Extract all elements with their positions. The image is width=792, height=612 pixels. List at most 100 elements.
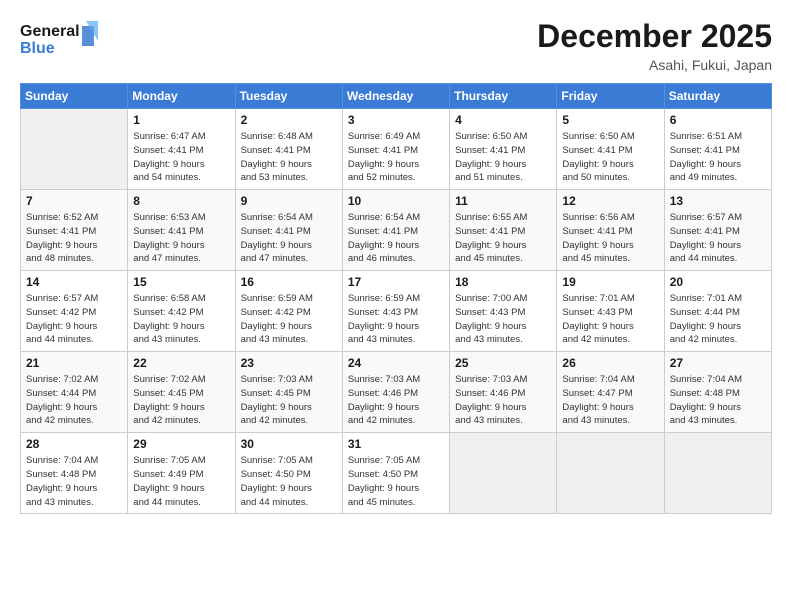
week-row-4: 21 Sunrise: 7:02 AM Sunset: 4:44 PM Dayli…	[21, 352, 772, 433]
calendar-cell: 14 Sunrise: 6:57 AM Sunset: 4:42 PM Dayli…	[21, 271, 128, 352]
day-number: 9	[241, 194, 337, 208]
calendar-cell: 30 Sunrise: 7:05 AM Sunset: 4:50 PM Dayli…	[235, 433, 342, 514]
day-number: 1	[133, 113, 229, 127]
day-info: Sunrise: 6:54 AM Sunset: 4:41 PM Dayligh…	[241, 211, 337, 266]
col-thursday: Thursday	[450, 84, 557, 109]
calendar-cell: 27Sunrise: 7:04 AM Sunset: 4:48 PM Dayli…	[664, 352, 771, 433]
logo: General Blue	[20, 18, 100, 65]
day-info: Sunrise: 6:53 AM Sunset: 4:41 PM Dayligh…	[133, 211, 229, 266]
day-info: Sunrise: 7:00 AM Sunset: 4:43 PM Dayligh…	[455, 292, 551, 347]
col-sunday: Sunday	[21, 84, 128, 109]
day-info: Sunrise: 6:57 AM Sunset: 4:42 PM Dayligh…	[26, 292, 122, 347]
day-info: Sunrise: 6:56 AM Sunset: 4:41 PM Dayligh…	[562, 211, 658, 266]
header: General Blue December 2025 Asahi, Fukui,…	[20, 18, 772, 73]
day-info: Sunrise: 7:04 AM Sunset: 4:48 PM Dayligh…	[670, 373, 766, 428]
month-title: December 2025	[537, 18, 772, 55]
day-info: Sunrise: 6:51 AM Sunset: 4:41 PM Dayligh…	[670, 130, 766, 185]
day-info: Sunrise: 7:04 AM Sunset: 4:47 PM Dayligh…	[562, 373, 658, 428]
calendar-cell: 9 Sunrise: 6:54 AM Sunset: 4:41 PM Daylig…	[235, 190, 342, 271]
calendar-cell: 7 Sunrise: 6:52 AM Sunset: 4:41 PM Daylig…	[21, 190, 128, 271]
calendar-cell	[450, 433, 557, 514]
calendar-cell: 8Sunrise: 6:53 AM Sunset: 4:41 PM Daylig…	[128, 190, 235, 271]
day-number: 3	[348, 113, 444, 127]
day-number: 29	[133, 437, 229, 451]
day-number: 20	[670, 275, 766, 289]
day-info: Sunrise: 7:02 AM Sunset: 4:44 PM Dayligh…	[26, 373, 122, 428]
day-number: 24	[348, 356, 444, 370]
day-info: Sunrise: 7:03 AM Sunset: 4:45 PM Dayligh…	[241, 373, 337, 428]
col-saturday: Saturday	[664, 84, 771, 109]
calendar-cell: 16 Sunrise: 6:59 AM Sunset: 4:42 PM Dayli…	[235, 271, 342, 352]
week-row-1: 1 Sunrise: 6:47 AM Sunset: 4:41 PM Daylig…	[21, 109, 772, 190]
calendar-cell	[21, 109, 128, 190]
day-number: 7	[26, 194, 122, 208]
calendar-cell: 29 Sunrise: 7:05 AM Sunset: 4:49 PM Dayli…	[128, 433, 235, 514]
day-info: Sunrise: 6:57 AM Sunset: 4:41 PM Dayligh…	[670, 211, 766, 266]
day-info: Sunrise: 7:02 AM Sunset: 4:45 PM Dayligh…	[133, 373, 229, 428]
day-info: Sunrise: 7:01 AM Sunset: 4:44 PM Dayligh…	[670, 292, 766, 347]
calendar-cell: 19 Sunrise: 7:01 AM Sunset: 4:43 PM Dayli…	[557, 271, 664, 352]
day-info: Sunrise: 6:54 AM Sunset: 4:41 PM Dayligh…	[348, 211, 444, 266]
day-info: Sunrise: 6:52 AM Sunset: 4:41 PM Dayligh…	[26, 211, 122, 266]
logo-icon: General Blue	[20, 18, 100, 60]
day-number: 10	[348, 194, 444, 208]
calendar-cell: 31Sunrise: 7:05 AM Sunset: 4:50 PM Dayli…	[342, 433, 449, 514]
day-info: Sunrise: 7:05 AM Sunset: 4:50 PM Dayligh…	[241, 454, 337, 509]
calendar-cell: 18 Sunrise: 7:00 AM Sunset: 4:43 PM Dayli…	[450, 271, 557, 352]
calendar-cell: 15 Sunrise: 6:58 AM Sunset: 4:42 PM Dayli…	[128, 271, 235, 352]
day-info: Sunrise: 6:47 AM Sunset: 4:41 PM Dayligh…	[133, 130, 229, 185]
day-number: 6	[670, 113, 766, 127]
calendar-cell: 25Sunrise: 7:03 AM Sunset: 4:46 PM Dayli…	[450, 352, 557, 433]
day-number: 30	[241, 437, 337, 451]
col-friday: Friday	[557, 84, 664, 109]
day-number: 2	[241, 113, 337, 127]
day-info: Sunrise: 6:59 AM Sunset: 4:43 PM Dayligh…	[348, 292, 444, 347]
calendar-cell	[664, 433, 771, 514]
calendar-cell: 23 Sunrise: 7:03 AM Sunset: 4:45 PM Dayli…	[235, 352, 342, 433]
day-number: 26	[562, 356, 658, 370]
calendar-cell: 6 Sunrise: 6:51 AM Sunset: 4:41 PM Daylig…	[664, 109, 771, 190]
day-info: Sunrise: 6:50 AM Sunset: 4:41 PM Dayligh…	[455, 130, 551, 185]
day-info: Sunrise: 7:03 AM Sunset: 4:46 PM Dayligh…	[455, 373, 551, 428]
calendar-cell: 28 Sunrise: 7:04 AM Sunset: 4:48 PM Dayli…	[21, 433, 128, 514]
day-number: 22	[133, 356, 229, 370]
day-info: Sunrise: 6:48 AM Sunset: 4:41 PM Dayligh…	[241, 130, 337, 185]
day-number: 11	[455, 194, 551, 208]
col-tuesday: Tuesday	[235, 84, 342, 109]
calendar-cell: 22 Sunrise: 7:02 AM Sunset: 4:45 PM Dayli…	[128, 352, 235, 433]
title-block: December 2025 Asahi, Fukui, Japan	[537, 18, 772, 73]
day-number: 5	[562, 113, 658, 127]
day-number: 18	[455, 275, 551, 289]
day-number: 15	[133, 275, 229, 289]
day-number: 19	[562, 275, 658, 289]
calendar-cell: 4 Sunrise: 6:50 AM Sunset: 4:41 PM Daylig…	[450, 109, 557, 190]
week-row-2: 7 Sunrise: 6:52 AM Sunset: 4:41 PM Daylig…	[21, 190, 772, 271]
calendar-cell: 20 Sunrise: 7:01 AM Sunset: 4:44 PM Dayli…	[664, 271, 771, 352]
calendar-cell: 26 Sunrise: 7:04 AM Sunset: 4:47 PM Dayli…	[557, 352, 664, 433]
day-number: 21	[26, 356, 122, 370]
calendar-cell: 13 Sunrise: 6:57 AM Sunset: 4:41 PM Dayli…	[664, 190, 771, 271]
day-number: 12	[562, 194, 658, 208]
calendar-cell: 2 Sunrise: 6:48 AM Sunset: 4:41 PM Daylig…	[235, 109, 342, 190]
day-number: 4	[455, 113, 551, 127]
day-number: 14	[26, 275, 122, 289]
day-info: Sunrise: 7:01 AM Sunset: 4:43 PM Dayligh…	[562, 292, 658, 347]
day-number: 28	[26, 437, 122, 451]
day-number: 13	[670, 194, 766, 208]
day-info: Sunrise: 6:50 AM Sunset: 4:41 PM Dayligh…	[562, 130, 658, 185]
day-info: Sunrise: 6:59 AM Sunset: 4:42 PM Dayligh…	[241, 292, 337, 347]
svg-text:Blue: Blue	[20, 40, 55, 57]
calendar-table: Sunday Monday Tuesday Wednesday Thursday…	[20, 83, 772, 514]
day-number: 23	[241, 356, 337, 370]
calendar-cell: 24Sunrise: 7:03 AM Sunset: 4:46 PM Dayli…	[342, 352, 449, 433]
day-info: Sunrise: 7:04 AM Sunset: 4:48 PM Dayligh…	[26, 454, 122, 509]
calendar-cell: 10 Sunrise: 6:54 AM Sunset: 4:41 PM Dayli…	[342, 190, 449, 271]
week-row-3: 14 Sunrise: 6:57 AM Sunset: 4:42 PM Dayli…	[21, 271, 772, 352]
day-info: Sunrise: 7:05 AM Sunset: 4:50 PM Dayligh…	[348, 454, 444, 509]
day-info: Sunrise: 6:58 AM Sunset: 4:42 PM Dayligh…	[133, 292, 229, 347]
day-number: 16	[241, 275, 337, 289]
page: General Blue December 2025 Asahi, Fukui,…	[0, 0, 792, 612]
day-number: 17	[348, 275, 444, 289]
day-info: Sunrise: 7:05 AM Sunset: 4:49 PM Dayligh…	[133, 454, 229, 509]
week-row-5: 28 Sunrise: 7:04 AM Sunset: 4:48 PM Dayli…	[21, 433, 772, 514]
